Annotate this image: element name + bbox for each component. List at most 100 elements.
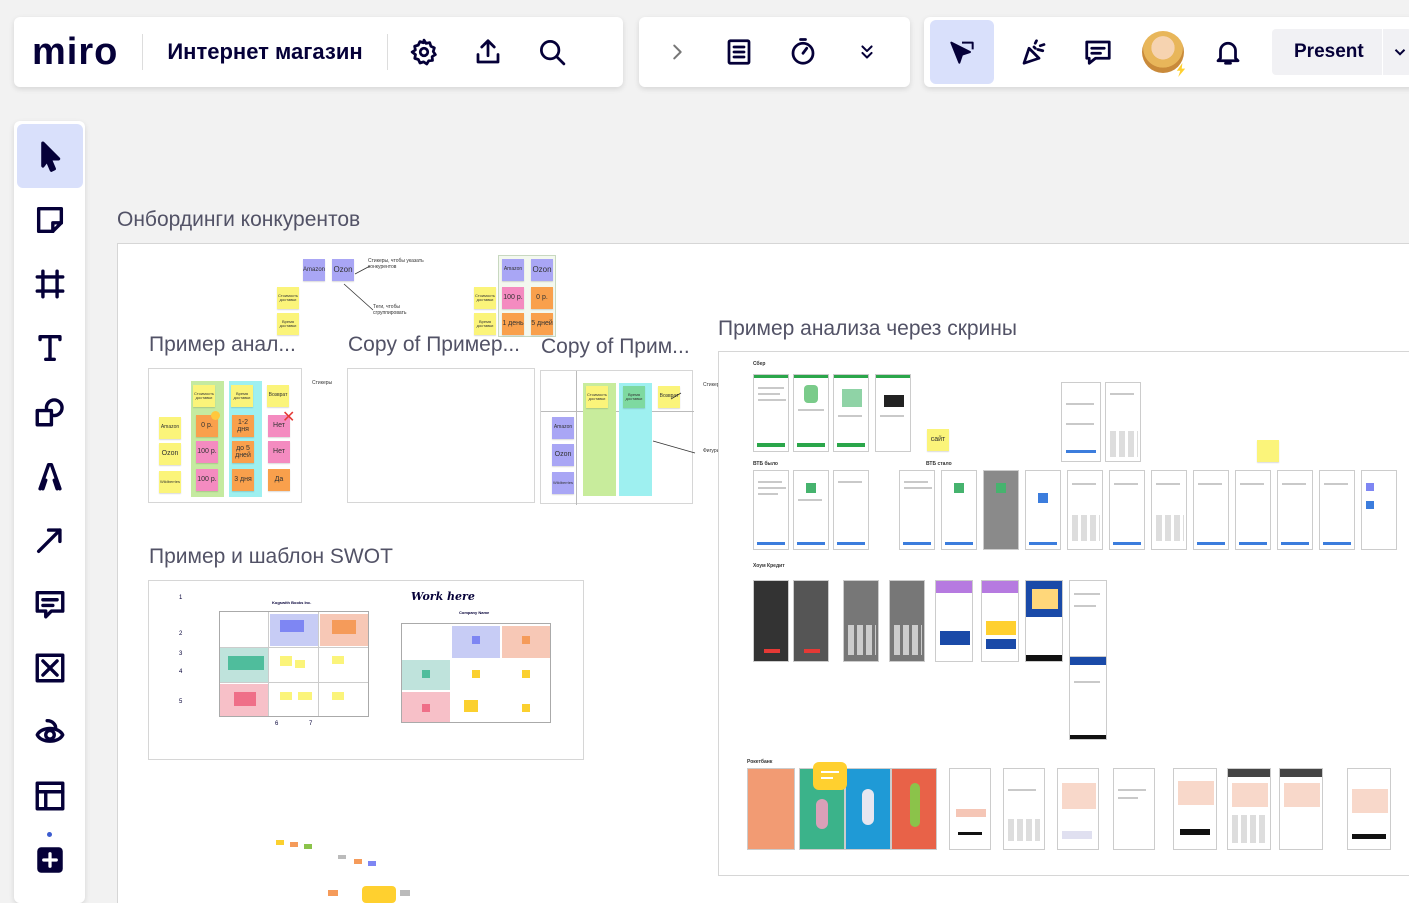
- search-icon[interactable]: [532, 32, 572, 72]
- screen-thumbnail[interactable]: [793, 470, 829, 550]
- screen-thumbnail[interactable]: [1025, 580, 1063, 662]
- screen-thumbnail[interactable]: [753, 470, 789, 550]
- screen-thumbnail[interactable]: [793, 580, 829, 662]
- screen-thumbnail[interactable]: [1061, 382, 1101, 462]
- sticky-site[interactable]: сайт: [927, 429, 949, 451]
- screen-thumbnail[interactable]: [1057, 768, 1099, 850]
- mini-diagram[interactable]: [338, 853, 384, 869]
- sticky-cost[interactable]: Стоимость доставки: [586, 386, 608, 408]
- screen-thumbnail[interactable]: [1003, 768, 1045, 850]
- sticky-note-tool[interactable]: [17, 188, 83, 252]
- sticky-value[interactable]: 3 дня: [232, 469, 254, 491]
- screen-thumbnail[interactable]: [1193, 470, 1229, 550]
- screen-thumbnail[interactable]: [1067, 470, 1103, 550]
- screen-thumbnail[interactable]: [889, 580, 925, 662]
- timer-icon[interactable]: [783, 32, 823, 72]
- frame-screens-analysis[interactable]: Сбер сайт ВТБ было ВТБ стало Хоум Кредит…: [718, 351, 1409, 876]
- mini-diagram[interactable]: [276, 836, 320, 852]
- sticky-value[interactable]: 5 дней: [531, 313, 553, 335]
- sticky-amazon[interactable]: Amazon: [303, 259, 325, 281]
- frame-title[interactable]: Пример анализа через скрины: [718, 317, 1017, 341]
- party-popper-icon[interactable]: [1014, 32, 1054, 72]
- frame-tool[interactable]: [17, 252, 83, 316]
- screen-thumbnail[interactable]: [1069, 656, 1107, 740]
- screen-thumbnail[interactable]: [1347, 768, 1391, 850]
- screen-thumbnail[interactable]: [983, 470, 1019, 550]
- screen-thumbnail[interactable]: [1277, 470, 1313, 550]
- sticky-time[interactable]: Время доставки: [277, 313, 299, 335]
- screen-thumbnail[interactable]: [899, 470, 935, 550]
- sticky-value[interactable]: 0 р.: [531, 287, 553, 309]
- chevron-down-icon[interactable]: [1391, 43, 1409, 61]
- screen-thumbnail[interactable]: [793, 374, 829, 452]
- templates-tool[interactable]: [17, 764, 83, 828]
- sticky-value[interactable]: 100 р.: [196, 441, 218, 463]
- sticky-amazon[interactable]: Amazon: [552, 417, 574, 439]
- sticky-value[interactable]: Да: [268, 469, 290, 491]
- sticky-amazon[interactable]: Amazon: [159, 417, 181, 439]
- chevron-right-icon[interactable]: [657, 32, 697, 72]
- frame-example-analysis[interactable]: Стоимость доставки Время доставки Возвра…: [148, 368, 332, 503]
- sticky-cost[interactable]: Стоимость доставки: [277, 287, 299, 309]
- eye-tool[interactable]: [17, 700, 83, 764]
- screen-thumbnail[interactable]: [833, 374, 869, 452]
- shapes-tool[interactable]: [17, 380, 83, 444]
- sticky-value[interactable]: до 5 дней: [232, 441, 254, 463]
- present-button[interactable]: Present: [1272, 29, 1409, 75]
- screen-thumbnail[interactable]: [935, 580, 973, 662]
- miro-logo[interactable]: miro: [32, 31, 118, 74]
- screen-thumbnail[interactable]: [843, 580, 879, 662]
- screen-thumbnail[interactable]: [891, 768, 937, 850]
- bell-icon[interactable]: [1208, 32, 1248, 72]
- screen-thumbnail[interactable]: [1227, 768, 1271, 850]
- screen-thumbnail[interactable]: [1279, 768, 1323, 850]
- pen-tool[interactable]: [17, 444, 83, 508]
- select-tool[interactable]: [16, 124, 83, 188]
- sticky-wb[interactable]: Wildberries: [159, 471, 181, 493]
- sticky-ozon[interactable]: Ozon: [159, 443, 181, 465]
- frame-title[interactable]: Copy of Прим...: [541, 335, 690, 359]
- screen-thumbnail[interactable]: [1025, 470, 1061, 550]
- sticky-cost[interactable]: Стоимость доставки: [474, 287, 496, 309]
- screen-thumbnail[interactable]: [1109, 470, 1145, 550]
- screen-thumbnail[interactable]: [1113, 768, 1155, 850]
- sticky-value[interactable]: 1 день: [502, 313, 524, 335]
- arrow-tool[interactable]: [17, 508, 83, 572]
- chat-sticker[interactable]: [813, 762, 847, 790]
- sticky-value[interactable]: 1-2 дня: [232, 415, 254, 437]
- sticky-time[interactable]: Время доставки: [474, 313, 496, 335]
- text-tool[interactable]: [17, 316, 83, 380]
- screen-thumbnail[interactable]: [1069, 580, 1107, 662]
- screen-thumbnail[interactable]: [753, 374, 789, 452]
- sticky-time[interactable]: Время доставки: [231, 385, 253, 407]
- screen-thumbnail[interactable]: [833, 470, 869, 550]
- more-tools[interactable]: [17, 828, 83, 892]
- sticky-value[interactable]: 100 р.: [502, 287, 524, 309]
- comment-icon[interactable]: [1078, 32, 1118, 72]
- screen-thumbnail[interactable]: [1235, 470, 1271, 550]
- screen-thumbnail[interactable]: [1361, 470, 1397, 550]
- screen-thumbnail[interactable]: [1173, 768, 1217, 850]
- frame-title[interactable]: Copy of Пример...: [348, 333, 520, 357]
- sticky-time[interactable]: Время доставки: [623, 386, 645, 408]
- screen-thumbnail[interactable]: [875, 374, 911, 452]
- crop-mark-tool[interactable]: [17, 636, 83, 700]
- frame-title[interactable]: Пример анал...: [149, 333, 296, 357]
- screen-thumbnail[interactable]: [845, 768, 891, 850]
- screen-thumbnail[interactable]: [753, 580, 789, 662]
- sticky-value[interactable]: 100 р.: [196, 469, 218, 491]
- sticky-value[interactable]: Нет: [268, 441, 290, 463]
- sticky-return[interactable]: Возврат: [267, 385, 289, 407]
- sticky-ozon[interactable]: Ozon: [531, 259, 553, 281]
- mini-diagram[interactable]: [328, 884, 418, 903]
- sticky-note[interactable]: [1257, 440, 1279, 462]
- sticky-amazon[interactable]: Amazon: [502, 259, 524, 281]
- frame-swot-template[interactable]: Kogswith Books Inc. 1 2 3 4 5 6 7 Work h…: [148, 580, 584, 760]
- avatar[interactable]: [1142, 31, 1186, 77]
- gear-icon[interactable]: [404, 32, 444, 72]
- board-title[interactable]: Интернет магазин: [167, 39, 362, 65]
- main-frame-title[interactable]: Онбординги конкурентов: [117, 208, 360, 232]
- sticky-ozon[interactable]: Ozon: [552, 444, 574, 466]
- sticky-wb[interactable]: Wildberries: [552, 472, 574, 494]
- frame-copy-example-2[interactable]: Стоимость доставки Время доставки Возвра…: [540, 370, 696, 505]
